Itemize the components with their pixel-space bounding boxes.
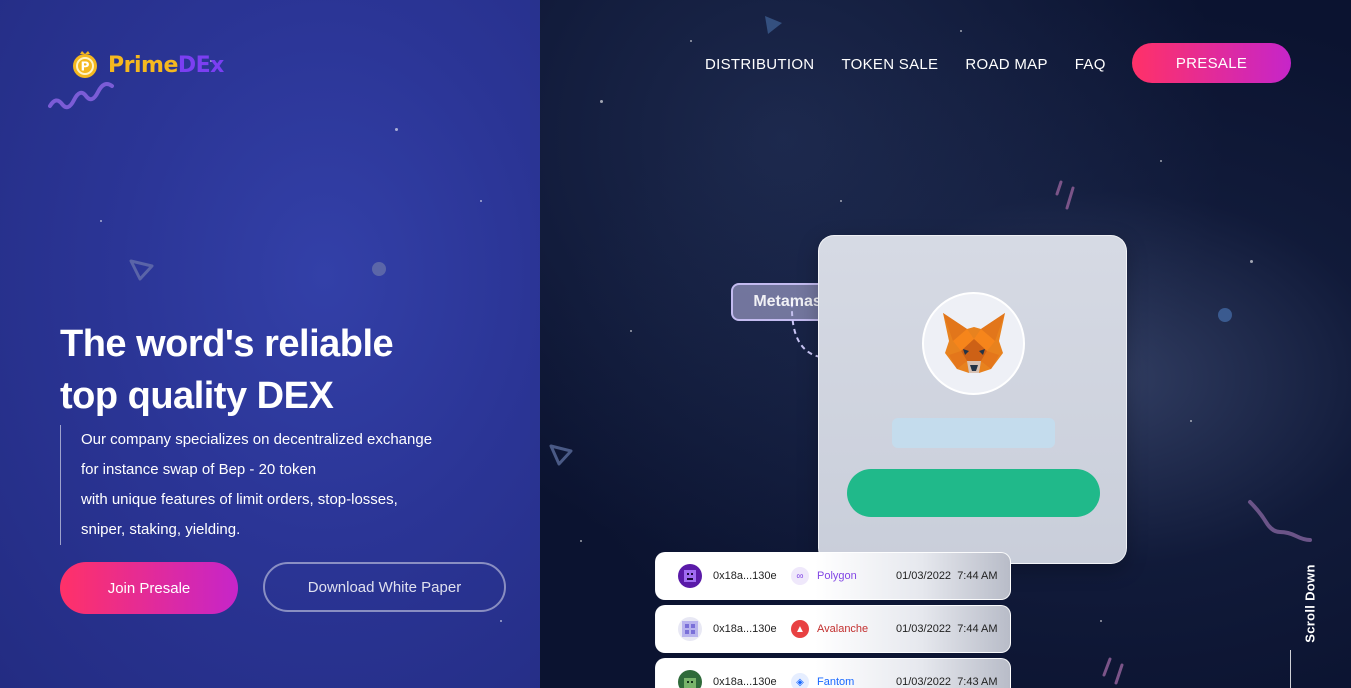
avalanche-icon: ▲: [791, 620, 809, 638]
dot-decoration: [1218, 308, 1232, 322]
scroll-indicator-line: [1290, 650, 1291, 688]
transaction-date: 01/03/2022 7:43 AM: [896, 676, 998, 688]
transaction-chain: Avalanche: [817, 623, 869, 635]
polygon-icon: ∞: [791, 567, 809, 585]
nav-item-token-sale[interactable]: TOKEN SALE: [841, 56, 938, 73]
transaction-row: 0x18a...130e ◈ Fantom 01/03/2022 7:43 AM: [655, 658, 1011, 688]
transaction-row: 0x18a...130e ▲ Avalanche 01/03/2022 7:44…: [655, 605, 1011, 653]
description-line: sniper, staking, yielding.: [81, 521, 241, 538]
brand-logo[interactable]: P PrimeDEx: [70, 50, 224, 80]
squiggle-decoration: [1248, 500, 1312, 542]
nav-item-road-map[interactable]: ROAD MAP: [965, 56, 1047, 73]
download-white-paper-button[interactable]: Download White Paper: [263, 562, 506, 612]
hero-title-line2: top quality: [60, 375, 257, 417]
transaction-address: 0x18a...130e: [713, 570, 777, 582]
dash-decoration: [1055, 180, 1075, 210]
triangle-decoration: [129, 259, 154, 281]
join-presale-button[interactable]: Join Presale: [60, 562, 238, 614]
wallet-card: [818, 235, 1127, 564]
metamask-fox-icon: [942, 312, 1005, 373]
transaction-address: 0x18a...130e: [713, 623, 777, 635]
wallet-address-field[interactable]: [892, 418, 1055, 448]
description-line: for instance swap of Bep - 20 token: [81, 461, 317, 478]
fantom-icon: ◈: [791, 673, 809, 688]
main-navigation: DISTRIBUTION TOKEN SALE ROAD MAP FAQ: [705, 56, 1106, 73]
dash-decoration: [1102, 657, 1124, 685]
squiggle-decoration: [48, 82, 114, 110]
dot-decoration: [372, 262, 386, 276]
nav-item-distribution[interactable]: DISTRIBUTION: [705, 56, 814, 73]
scroll-down-label[interactable]: Scroll Down: [1303, 564, 1318, 644]
hero-description: Our company specializes on decentralized…: [60, 425, 480, 545]
hero-title-line1: The word's reliable: [60, 323, 394, 365]
description-line: Our company specializes on decentralized…: [81, 431, 433, 448]
presale-button[interactable]: PRESALE: [1132, 43, 1291, 83]
coin-logo-icon: P: [73, 51, 97, 78]
svg-text:P: P: [81, 60, 90, 74]
triangle-decoration: [549, 444, 573, 466]
transaction-row: 0x18a...130e ∞ Polygon 01/03/2022 7:44 A…: [655, 552, 1011, 600]
metamask-avatar: [922, 292, 1025, 395]
description-line: with unique features of limit orders, st…: [81, 491, 398, 508]
nav-item-faq[interactable]: FAQ: [1075, 56, 1106, 73]
hero-title-highlight: DEX: [256, 375, 334, 417]
nft-avatar-icon: [678, 564, 702, 588]
triangle-decoration: [765, 16, 782, 34]
nft-avatar-icon: [678, 617, 702, 641]
transaction-chain: Polygon: [817, 570, 857, 582]
wallet-connect-button[interactable]: [847, 469, 1100, 517]
transaction-address: 0x18a...130e: [713, 676, 777, 688]
brand-name: PrimeDEx: [108, 52, 224, 78]
transaction-date: 01/03/2022 7:44 AM: [896, 570, 998, 582]
transaction-date: 01/03/2022 7:44 AM: [896, 623, 998, 635]
nft-avatar-icon: [678, 670, 702, 688]
hero-title: The word's reliable top quality DEX: [60, 318, 394, 422]
transaction-chain: Fantom: [817, 676, 855, 688]
